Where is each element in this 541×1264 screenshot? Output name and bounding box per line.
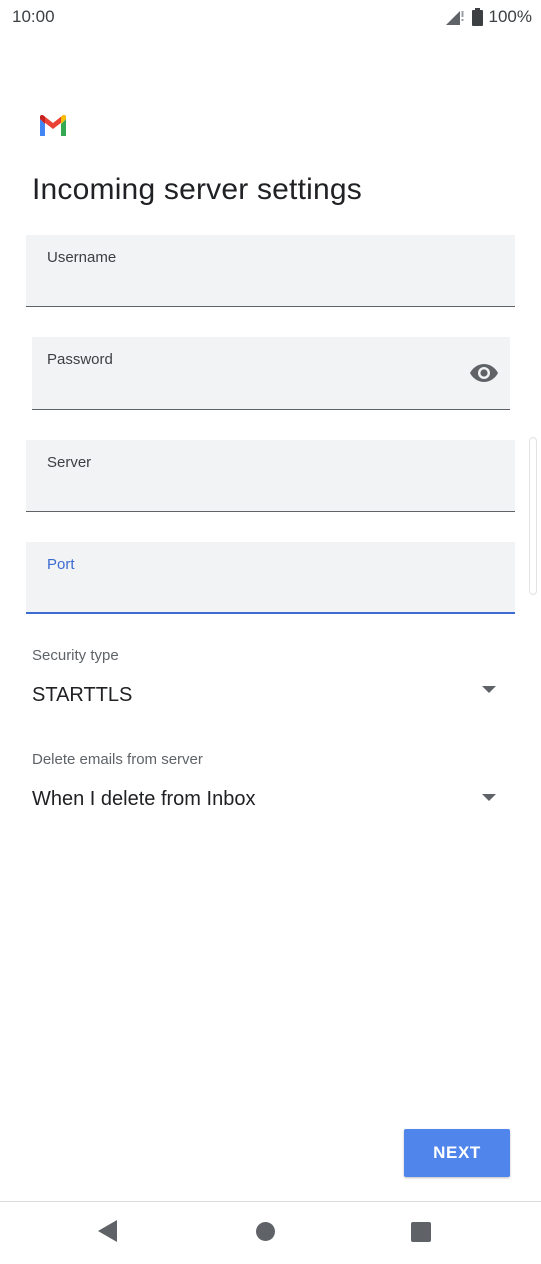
recents-icon[interactable] (411, 1222, 431, 1242)
delete-emails-value: When I delete from Inbox (32, 788, 256, 810)
next-button[interactable]: NEXT (404, 1129, 510, 1177)
scrollbar[interactable] (529, 437, 537, 595)
navigation-bar (0, 1202, 541, 1264)
port-input[interactable] (46, 578, 455, 604)
status-bar: 10:00 100% (0, 0, 541, 34)
password-field[interactable]: Password (32, 337, 510, 410)
username-label: Username (47, 249, 117, 266)
eye-icon[interactable] (469, 361, 499, 385)
port-label: Port (47, 556, 75, 573)
password-label: Password (47, 351, 113, 368)
home-icon[interactable] (256, 1222, 275, 1241)
port-field[interactable]: Port (26, 542, 515, 614)
delete-emails-dropdown[interactable]: When I delete from Inbox (32, 784, 510, 816)
status-icons: 100% (444, 7, 532, 27)
dropdown-arrow-icon (482, 794, 496, 801)
status-time: 10:00 (12, 7, 55, 26)
delete-emails-label: Delete emails from server (32, 751, 203, 768)
dropdown-arrow-icon (482, 686, 496, 693)
username-field[interactable]: Username (26, 235, 515, 307)
username-input[interactable] (46, 272, 455, 298)
security-type-value: STARTTLS (32, 684, 133, 706)
security-type-dropdown[interactable]: STARTTLS (32, 680, 510, 712)
page-title: Incoming server settings (32, 173, 362, 206)
security-type-label: Security type (32, 647, 119, 664)
back-icon[interactable] (98, 1220, 117, 1242)
gmail-logo-icon (38, 115, 68, 137)
signal-icon (444, 9, 466, 25)
server-label: Server (47, 454, 92, 471)
password-input[interactable] (47, 375, 450, 401)
server-input[interactable] (46, 477, 455, 503)
server-field[interactable]: Server (26, 440, 515, 512)
battery-percentage: 100% (488, 7, 532, 26)
battery-icon (471, 8, 483, 26)
